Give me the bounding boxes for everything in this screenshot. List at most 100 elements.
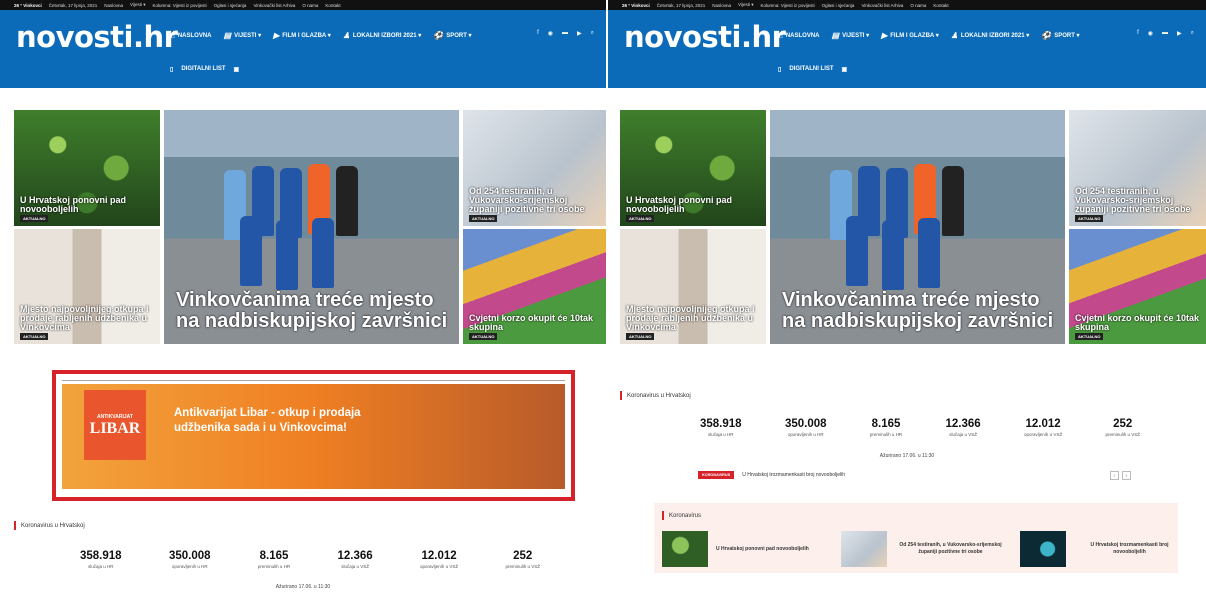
featured-tile[interactable]: Cvjetni korzo okupit će 10tak skupina AK… (1069, 229, 1206, 344)
nav-home[interactable]: ⌂ NASLOVNA (170, 31, 212, 40)
stat-recovered-vsz: 12.012 oporavljenih u VSŽ (1024, 418, 1063, 437)
social-links: f ◉ ▬ ▶ ⌕ (537, 30, 594, 37)
featured-tile[interactable]: Mjesto najpovoljnijeg otkupa i prodaje r… (14, 229, 160, 344)
updated-time: Ažurirano 17.06. u 11:30 (275, 584, 331, 590)
list-item[interactable]: Od 254 testiranih, u Vukovarsko-srijemsk… (841, 531, 1006, 567)
search-icon[interactable]: ⌕ (1191, 30, 1194, 37)
chevron-left-icon[interactable]: ‹ (1110, 471, 1119, 480)
stat-cases-hr: 358.918 slučaja u HR (700, 418, 742, 437)
site-header: novosti.hr ⌂ NASLOVNA ▤ VIJESTI ▾ ▶ FILM I … (0, 10, 606, 88)
category-badge: AKTUALNO (469, 215, 498, 222)
topbar-link-column[interactable]: Kolumna: Vijesti iz povijesti (152, 3, 206, 8)
nav-news[interactable]: ▤ VIJESTI ▾ (224, 31, 262, 40)
thumbnail (841, 531, 887, 567)
nav-local-elections[interactable]: ♟ LOKALNI IZBORI 2021 ▾ (343, 31, 422, 40)
featured-tile[interactable]: Od 254 testiranih, u Vukovarsko-srijemsk… (1069, 110, 1206, 226)
facebook-icon[interactable]: f (537, 30, 539, 37)
site-logo[interactable]: novosti.hr (16, 20, 178, 54)
corona-stats: 358.918 slučaja u HR 350.008 oporavljenih … (700, 418, 1140, 437)
instagram-icon[interactable]: ◉ (548, 30, 553, 37)
corona-ticker[interactable]: KORONAVIRUS U Hrvatskoj trozmamenkasti b… (698, 471, 845, 479)
tablet-icon: ▯ (778, 67, 782, 73)
tablet-icon: ▯ (170, 67, 174, 73)
ball-icon: ⚽ (1041, 31, 1052, 40)
topbar-link-contact[interactable]: Kontakt (325, 3, 340, 8)
featured-tile-main[interactable]: Vinkovčanima treće mjesto na nadbiskupij… (770, 110, 1065, 344)
topbar-link-ads[interactable]: Oglasi i sjećanja (214, 3, 247, 8)
nav-local-elections[interactable]: ♟ LOKALNI IZBORI 2021 ▾ (951, 31, 1030, 40)
featured-tile[interactable]: Cvjetni korzo okupit će 10tak skupina AK… (463, 229, 606, 344)
youtube-icon[interactable]: ▶ (1177, 30, 1182, 37)
thumbnail (662, 531, 708, 567)
updated-time: Ažurirano 17.06. u 11:30 (879, 453, 935, 459)
facebook-icon[interactable]: f (1137, 30, 1139, 37)
featured-grid: U Hrvatskoj ponovni pad novooboljelih AK… (14, 110, 606, 344)
top-bar: 26 ° Vinkovci Četvrtak, 17 lipnja, 2021 … (608, 0, 1206, 10)
corona-stats: 358.918 slučaja u HR 350.008 oporavljenih … (80, 550, 540, 569)
team-photo (204, 160, 404, 310)
nav-film-music[interactable]: ▶ FILM I GLAZBA ▾ (881, 31, 939, 40)
image-icon: ▣ (841, 67, 848, 73)
topbar-link-home[interactable]: Naslovna (712, 3, 731, 8)
search-icon[interactable]: ⌕ (591, 30, 594, 37)
category-badge: AKTUALNO (626, 333, 655, 340)
nav-digital-list[interactable]: ▯ DIGITALNI LIST ▣ (170, 66, 239, 73)
topbar-link-news[interactable]: Vijesti ▾ (130, 2, 145, 8)
team-photo (810, 160, 1010, 310)
featured-tile[interactable]: U Hrvatskoj ponovni pad novooboljelih AK… (14, 110, 160, 226)
nav-sport[interactable]: ⚽ SPORT ▾ (1041, 31, 1079, 40)
youtube-icon[interactable]: ▶ (577, 30, 582, 37)
site-header: novosti.hr ⌂ NASLOVNA ▤ VIJESTI ▾ ▶ FILM I … (608, 10, 1206, 88)
top-bar: 26 ° Vinkovci Četvrtak, 17 lipnja, 2021 … (0, 0, 606, 10)
featured-tile[interactable]: Mjesto najpovoljnijeg otkupa i prodaje r… (620, 229, 766, 344)
topbar-link-ads[interactable]: Oglasi i sjećanja (822, 3, 855, 8)
libar-banner-ad[interactable]: ANTIKVARIJAT LIBAR Antikvarijat Libar - … (62, 384, 565, 489)
libar-logo: ANTIKVARIJAT LIBAR (84, 390, 146, 460)
ad-text: Antikvarijat Libar - otkup i prodaja udž… (174, 407, 361, 434)
nav-news[interactable]: ▤ VIJESTI ▾ (832, 31, 870, 40)
featured-tile[interactable]: Od 254 testiranih, u Vukovarsko-srijemsk… (463, 110, 606, 226)
featured-tile-main[interactable]: Vinkovčanima treće mjesto na nadbiskupij… (164, 110, 459, 344)
main-nav: ⌂ NASLOVNA ▤ VIJESTI ▾ ▶ FILM I GLAZBA ▾ ♟ L… (170, 31, 472, 40)
stat-cases-vsz: 12.366 slučaja u VSŽ (337, 550, 373, 569)
topbar-link-home[interactable]: Naslovna (104, 3, 123, 8)
nav-sport[interactable]: ⚽ SPORT ▾ (433, 31, 471, 40)
topbar-link-archive[interactable]: Vinkovački list Arhiva (861, 3, 903, 8)
corona-box-items: U Hrvatskoj ponovni pad novooboljelih Od… (662, 531, 1185, 567)
chevron-right-icon[interactable]: › (1122, 471, 1131, 480)
social-icon[interactable]: ▬ (562, 30, 568, 37)
category-badge: AKTUALNO (20, 333, 49, 340)
list-item[interactable]: U Hrvatskoj trozmamenkasti broj novoobol… (1020, 531, 1185, 567)
stat-deaths-hr: 8.165 preminulih u HR (869, 418, 903, 437)
category-badge: AKTUALNO (1075, 215, 1104, 222)
nav-home[interactable]: ⌂ NASLOVNA (778, 31, 820, 40)
topbar-link-archive[interactable]: Vinkovački list Arhiva (253, 3, 295, 8)
left-screenshot-panel: 26 ° Vinkovci Četvrtak, 17 lipnja, 2021 … (0, 0, 606, 601)
instagram-icon[interactable]: ◉ (1148, 30, 1153, 37)
elections-icon: ♟ (342, 31, 350, 40)
date: Četvrtak, 17 lipnja, 2021 (48, 2, 98, 8)
list-item[interactable]: U Hrvatskoj ponovni pad novooboljelih (662, 531, 827, 567)
topbar-link-news[interactable]: Vijesti ▾ (738, 2, 753, 8)
topbar-link-about[interactable]: O nama (302, 3, 318, 8)
category-badge: AKTUALNO (469, 333, 498, 340)
nav-film-music[interactable]: ▶ FILM I GLAZBA ▾ (273, 31, 331, 40)
weather: 26 ° Vinkovci (14, 2, 42, 8)
topbar-link-column[interactable]: Kolumna: Vijesti iz povijesti (760, 3, 814, 8)
right-screenshot-panel: 26 ° Vinkovci Četvrtak, 17 lipnja, 2021 … (608, 0, 1206, 601)
featured-tile[interactable]: U Hrvatskoj ponovni pad novooboljelih AK… (620, 110, 766, 226)
topbar-link-about[interactable]: O nama (910, 3, 926, 8)
corona-section-title: Koronavirus u Hrvatskoj (14, 521, 85, 530)
ball-icon: ⚽ (433, 31, 444, 40)
stat-recovered-vsz: 12.012 oporavljenih u VSŽ (420, 550, 459, 569)
category-badge: AKTUALNO (626, 215, 655, 222)
social-icon[interactable]: ▬ (1162, 30, 1168, 37)
ticker-text: U Hrvatskoj trozmamenkasti broj novoobol… (742, 472, 846, 478)
topbar-link-contact[interactable]: Kontakt (933, 3, 948, 8)
stat-deaths-hr: 8.165 preminulih u HR (257, 550, 291, 569)
nav-digital-list[interactable]: ▯ DIGITALNI LIST ▣ (778, 66, 847, 73)
home-icon: ⌂ (778, 31, 783, 40)
news-icon: ▤ (831, 31, 840, 40)
ticker-tag: KORONAVIRUS (698, 471, 735, 479)
site-logo[interactable]: novosti.hr (624, 20, 786, 54)
